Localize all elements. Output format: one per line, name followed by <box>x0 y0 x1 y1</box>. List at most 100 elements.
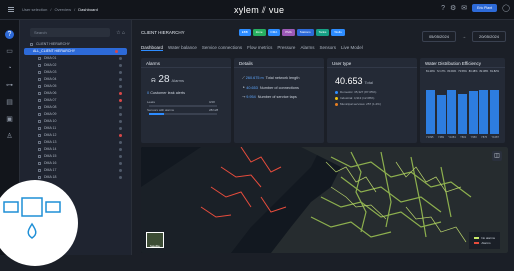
filter-chip[interactable]: Tanks <box>315 28 330 36</box>
user-menu-button[interactable]: Eric Plant <box>472 4 498 12</box>
date-from-field[interactable]: 05/05/2024 <box>421 31 456 42</box>
efficiency-bar[interactable] <box>489 89 499 134</box>
tree-item[interactable]: DMA 04 <box>20 76 131 83</box>
tree-item[interactable]: DMA 07 <box>20 97 131 104</box>
status-dot <box>119 155 122 158</box>
checkbox-icon[interactable] <box>38 85 41 88</box>
tab[interactable]: Live Model <box>341 45 363 51</box>
efficiency-bar[interactable] <box>447 90 457 134</box>
efficiency-bar[interactable] <box>426 90 436 134</box>
tree-item[interactable]: DMA 12 <box>20 132 131 139</box>
date-to-field[interactable]: 20/05/2024 <box>471 31 506 42</box>
menu-icon[interactable] <box>4 0 18 20</box>
settings-icon[interactable]: ⚙ <box>450 4 456 12</box>
legend-item: Alarms <box>474 241 495 245</box>
tree-item[interactable]: DMA 15 <box>20 153 131 160</box>
bell-icon[interactable]: ⌂ <box>122 30 125 36</box>
status-dot <box>119 120 122 123</box>
filter-chip[interactable]: DMA <box>267 28 281 36</box>
filter-chip[interactable]: Zone <box>252 28 266 36</box>
checkbox-icon[interactable] <box>38 141 41 144</box>
filter-chip[interactable]: PMA <box>282 28 295 36</box>
status-dot <box>119 78 122 81</box>
checkbox-icon[interactable] <box>38 71 41 74</box>
user-type-card: User type 40.653 Total Domestic: 35,327 (… <box>327 58 417 143</box>
device-icon[interactable]: ▣ <box>5 115 14 124</box>
checkbox-icon[interactable] <box>38 78 41 81</box>
efficiency-bar[interactable] <box>457 94 468 134</box>
checkbox-icon[interactable] <box>38 106 41 109</box>
filter-chips: EBB Zone DMA PMA Stations Tanks Wells <box>238 28 345 36</box>
efficiency-label: Y1087 <box>491 136 499 139</box>
checkbox-icon[interactable] <box>38 120 41 123</box>
camera-icon[interactable]: ▭ <box>5 47 14 56</box>
user-icon[interactable]: ♙ <box>5 132 14 141</box>
efficiency-bar[interactable] <box>436 95 446 134</box>
water-meter-logo <box>0 180 78 266</box>
checkbox-icon[interactable] <box>38 92 41 95</box>
home-icon[interactable]: ? <box>5 30 14 39</box>
tree-item[interactable]: DMA 16 <box>20 160 131 167</box>
mail-icon[interactable]: ✉ <box>461 4 467 12</box>
checkbox-icon[interactable] <box>30 43 33 46</box>
tree-root[interactable]: CLIENT HIERARCHY <box>20 41 131 48</box>
tree-item[interactable]: DMA 01 <box>20 55 131 62</box>
breadcrumb-item[interactable]: User selection <box>22 7 47 12</box>
tab[interactable]: Sensors <box>319 45 336 51</box>
efficiency-bar[interactable] <box>479 89 489 134</box>
gauge-icon[interactable]: ◔ <box>5 64 14 73</box>
tree-item[interactable]: DMA 17 <box>20 167 131 174</box>
detail-row: ⊸ 9.954 Number of service taps <box>242 95 297 99</box>
filter-chip[interactable]: Wells <box>331 28 345 36</box>
breadcrumb-item[interactable]: Overview <box>54 7 71 12</box>
user-type-item: Industrial: 4,913 (12.08%) <box>335 96 374 100</box>
pipe-icon[interactable]: ⊶ <box>5 81 14 90</box>
checkbox-icon[interactable] <box>38 176 41 179</box>
efficiency-bar[interactable] <box>468 90 478 134</box>
tab[interactable]: Pressure <box>277 45 295 51</box>
leak-alerts: 0 Customer leak alerts <box>147 91 186 95</box>
tab[interactable]: Service connections <box>202 45 242 51</box>
checkbox-icon[interactable] <box>38 148 41 151</box>
tab[interactable]: Flow metrics <box>247 45 272 51</box>
satellite-toggle[interactable]: Satellite <box>146 232 164 248</box>
status-dot <box>119 99 122 102</box>
tree-item[interactable]: DMA 08 <box>20 104 131 111</box>
tree-search-input[interactable]: Search <box>30 28 110 37</box>
account-icon[interactable]: ◯ <box>502 4 510 12</box>
tree-item[interactable]: DMA 06 <box>20 90 131 97</box>
tab[interactable]: Water balance <box>168 45 197 51</box>
star-icon[interactable]: ☆ <box>116 30 120 36</box>
help-icon[interactable]: ? <box>441 5 445 12</box>
checkbox-icon[interactable] <box>38 162 41 165</box>
checkbox-icon[interactable] <box>38 134 41 137</box>
tree-item[interactable]: DMA 05 <box>20 83 131 90</box>
filter-chip[interactable]: EBB <box>238 28 251 36</box>
tree-item-selected[interactable]: ALL_CLIENT HIERARCHY <box>24 48 127 55</box>
tree-item[interactable]: DMA 02 <box>20 62 131 69</box>
tab[interactable]: Dashboard <box>141 45 164 51</box>
checkbox-icon[interactable] <box>38 169 41 172</box>
checkbox-icon[interactable] <box>38 64 41 67</box>
checkbox-icon[interactable] <box>38 57 41 60</box>
tree-item[interactable]: DMA 10 <box>20 118 131 125</box>
tab[interactable]: Alarms <box>300 45 314 51</box>
network-map[interactable]: ◫ Satellite No alarms Alarms <box>141 147 508 253</box>
checkbox-icon[interactable] <box>38 113 41 116</box>
date-range[interactable]: 05/05/2024 → 20/05/2024 <box>421 31 506 42</box>
layers-icon[interactable]: ◫ <box>492 151 502 161</box>
efficiency-card: Water Distribution Efficiency 81.29% 72.1… <box>420 58 505 143</box>
checkbox-icon[interactable] <box>38 155 41 158</box>
chart-icon[interactable]: ▤ <box>5 98 14 107</box>
efficiency-label: Y801 <box>460 136 467 139</box>
checkbox-icon[interactable] <box>38 127 41 130</box>
tree-item[interactable]: DMA 11 <box>20 125 131 132</box>
checkbox-icon[interactable] <box>38 99 41 102</box>
tree-item[interactable]: DMA 09 <box>20 111 131 118</box>
leaks-label: Leaks 0/28 <box>147 100 215 104</box>
tree-item[interactable]: DMA 03 <box>20 69 131 76</box>
filter-chip[interactable]: Stations <box>296 28 314 36</box>
tree-item[interactable]: DMA 13 <box>20 139 131 146</box>
card-title: User type <box>327 58 417 68</box>
tree-item[interactable]: DMA 14 <box>20 146 131 153</box>
